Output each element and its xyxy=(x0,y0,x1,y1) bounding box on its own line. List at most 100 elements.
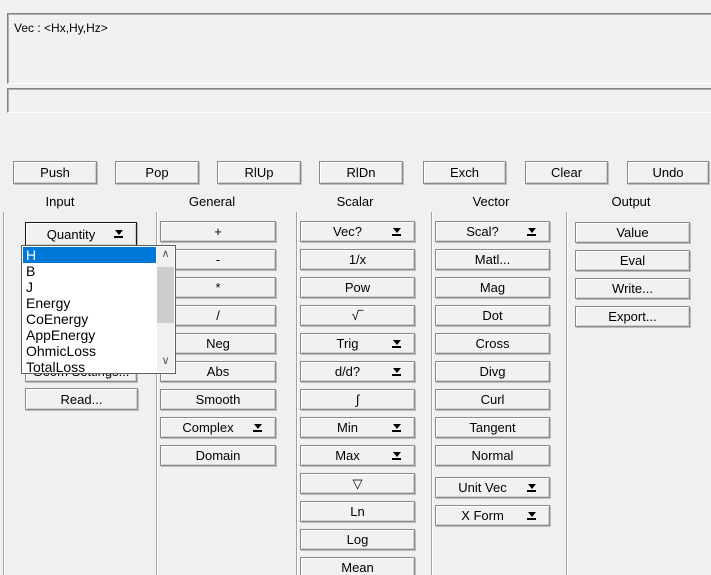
tangent-button[interactable]: Tangent xyxy=(435,417,550,438)
pow-button[interactable]: Pow xyxy=(300,277,415,298)
domain-button[interactable]: Domain xyxy=(160,445,276,466)
write-button[interactable]: Write... xyxy=(575,278,690,299)
max-menu-button[interactable]: Max xyxy=(300,445,415,466)
normal-button[interactable]: Normal xyxy=(435,445,550,466)
pop-button[interactable]: Pop xyxy=(115,161,199,184)
dropdown-scrollbar[interactable]: ∧ ∨ xyxy=(157,247,174,372)
add-button[interactable]: + xyxy=(160,221,276,242)
column-separator xyxy=(296,212,297,575)
message-bar xyxy=(7,88,711,113)
scal-to-vector-menu-button[interactable]: Scal? xyxy=(435,221,550,242)
button-label: Export... xyxy=(608,309,656,324)
dropdown-item[interactable]: J xyxy=(23,279,156,295)
dropdown-arrow-icon xyxy=(253,424,262,432)
value-button[interactable]: Value xyxy=(575,222,690,243)
button-label: Min xyxy=(337,420,378,435)
dropdown-arrow-icon xyxy=(392,368,401,376)
vec-to-scalar-menu-button[interactable]: Vec? xyxy=(300,221,415,242)
exch-button[interactable]: Exch xyxy=(423,161,506,184)
calculator-stack-display[interactable]: Vec : <Hx,Hy,Hz> xyxy=(7,13,711,84)
curl-button[interactable]: Curl xyxy=(435,389,550,410)
derivative-menu-button[interactable]: d/d? xyxy=(300,361,415,382)
button-label: Undo xyxy=(652,165,683,180)
eval-button[interactable]: Eval xyxy=(575,250,690,271)
button-label: Trig xyxy=(337,336,379,351)
dropdown-item[interactable]: CoEnergy xyxy=(23,311,156,327)
divide-button[interactable]: / xyxy=(160,305,276,326)
abs-button[interactable]: Abs xyxy=(160,361,276,382)
quantity-menu-button[interactable]: Quantity xyxy=(25,222,137,246)
min-menu-button[interactable]: Min xyxy=(300,417,415,438)
matl-button[interactable]: Matl... xyxy=(435,249,550,270)
quantity-dropdown-list: H B J Energy CoEnergy AppEnergy OhmicLos… xyxy=(21,245,176,374)
divg-button[interactable]: Divg xyxy=(435,361,550,382)
scroll-up-icon[interactable]: ∧ xyxy=(157,247,174,263)
integral-icon: ∫ xyxy=(356,392,360,407)
sqrt-button[interactable]: √‾ xyxy=(300,305,415,326)
dropdown-item[interactable]: AppEnergy xyxy=(23,327,156,343)
log-button[interactable]: Log xyxy=(300,529,415,550)
button-label: Ln xyxy=(350,504,364,519)
nabla-button[interactable]: ▽ xyxy=(300,473,415,494)
scalar-section-label: Scalar xyxy=(337,194,374,209)
dropdown-item[interactable]: H xyxy=(23,247,156,263)
button-label: Pop xyxy=(145,165,168,180)
button-label: Clear xyxy=(551,165,582,180)
button-label: Unit Vec xyxy=(458,480,526,495)
scrollbar-thumb[interactable] xyxy=(157,267,174,323)
trig-menu-button[interactable]: Trig xyxy=(300,333,415,354)
button-label: Value xyxy=(616,225,648,240)
dropdown-item[interactable]: Energy xyxy=(23,295,156,311)
integral-button[interactable]: ∫ xyxy=(300,389,415,410)
reciprocal-button[interactable]: 1/x xyxy=(300,249,415,270)
button-label: Normal xyxy=(472,448,514,463)
button-label: * xyxy=(215,280,220,295)
dropdown-item[interactable]: OhmicLoss xyxy=(23,343,156,359)
dropdown-arrow-icon xyxy=(392,424,401,432)
smooth-button[interactable]: Smooth xyxy=(160,389,276,410)
button-label: Quantity xyxy=(47,227,115,242)
button-label: Write... xyxy=(612,281,653,296)
button-label: Vec? xyxy=(333,224,382,239)
export-button[interactable]: Export... xyxy=(575,306,690,327)
xform-menu-button[interactable]: X Form xyxy=(435,505,550,526)
push-button[interactable]: Push xyxy=(13,161,97,184)
rldn-button[interactable]: RlDn xyxy=(319,161,403,184)
scroll-down-icon[interactable]: ∨ xyxy=(157,354,174,370)
button-label: Smooth xyxy=(196,392,241,407)
nabla-icon: ▽ xyxy=(353,476,363,492)
button-label: d/d? xyxy=(335,364,380,379)
complex-menu-button[interactable]: Complex xyxy=(160,417,276,438)
fields-calculator-window: Vec : <Hx,Hy,Hz> Push Pop RlUp RlDn Exch… xyxy=(0,0,711,575)
mag-button[interactable]: Mag xyxy=(435,277,550,298)
clear-button[interactable]: Clear xyxy=(525,161,608,184)
read-button[interactable]: Read... xyxy=(25,388,138,410)
dropdown-item[interactable]: B xyxy=(23,263,156,279)
dropdown-item[interactable]: TotalLoss xyxy=(23,359,156,372)
sqrt-icon: √‾ xyxy=(352,308,363,323)
neg-button[interactable]: Neg xyxy=(160,333,276,354)
undo-button[interactable]: Undo xyxy=(627,161,709,184)
button-label: Mag xyxy=(480,280,505,295)
dot-button[interactable]: Dot xyxy=(435,305,550,326)
subtract-button[interactable]: - xyxy=(160,249,276,270)
button-label: Read... xyxy=(61,392,103,407)
button-label: Pow xyxy=(345,280,370,295)
button-label: Eval xyxy=(620,253,645,268)
dropdown-arrow-icon xyxy=(527,228,536,236)
vector-section-label: Vector xyxy=(473,194,510,209)
general-section-label: General xyxy=(189,194,235,209)
rlup-button[interactable]: RlUp xyxy=(217,161,301,184)
stack-entry: Vec : <Hx,Hy,Hz> xyxy=(14,21,108,35)
ln-button[interactable]: Ln xyxy=(300,501,415,522)
mean-button[interactable]: Mean xyxy=(300,557,415,575)
unit-vec-menu-button[interactable]: Unit Vec xyxy=(435,477,550,498)
cross-button[interactable]: Cross xyxy=(435,333,550,354)
output-section-label: Output xyxy=(611,194,650,209)
button-label: Complex xyxy=(182,420,253,435)
button-label: Neg xyxy=(206,336,230,351)
column-separator xyxy=(3,212,4,575)
multiply-button[interactable]: * xyxy=(160,277,276,298)
button-label: Domain xyxy=(196,448,241,463)
button-label: Matl... xyxy=(475,252,510,267)
